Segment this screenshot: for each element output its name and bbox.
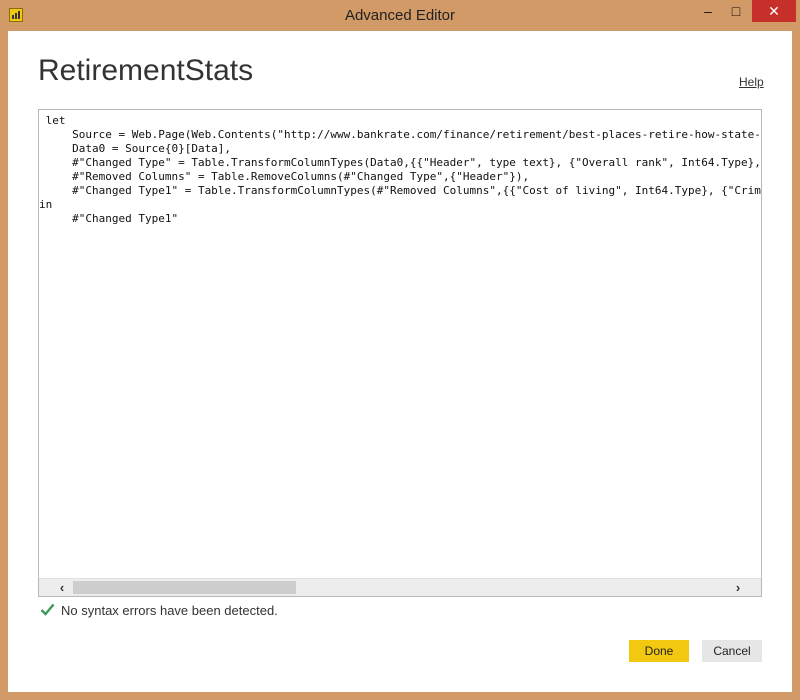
status-text: No syntax errors have been detected. [61, 603, 278, 618]
scroll-thumb[interactable] [73, 581, 296, 594]
query-name-title: RetirementStats [38, 54, 254, 87]
code-line[interactable]: Data0 = Source{0}[Data], [39, 142, 761, 156]
code-line[interactable]: let [39, 114, 761, 128]
code-line[interactable]: #"Removed Columns" = Table.RemoveColumns… [39, 170, 761, 184]
horizontal-scrollbar[interactable]: ‹ › [39, 578, 761, 596]
help-link[interactable]: Help [739, 75, 764, 89]
code-line[interactable]: Source = Web.Page(Web.Contents("http://w… [39, 128, 761, 142]
code-area[interactable]: let Source = Web.Page(Web.Contents("http… [39, 114, 761, 579]
code-editor[interactable]: let Source = Web.Page(Web.Contents("http… [38, 109, 762, 597]
code-line[interactable]: #"Changed Type1" [39, 212, 761, 226]
cancel-button[interactable]: Cancel [702, 640, 762, 662]
window-title: Advanced Editor [344, 7, 456, 24]
maximize-button[interactable]: □ [722, 0, 750, 22]
code-line[interactable]: #"Changed Type1" = Table.TransformColumn… [39, 184, 761, 198]
scroll-right-icon[interactable]: › [725, 579, 751, 596]
checkmark-icon [40, 603, 55, 616]
close-button[interactable]: ✕ [752, 0, 796, 22]
code-line[interactable]: in [39, 198, 761, 212]
done-button[interactable]: Done [629, 640, 689, 662]
scroll-left-icon[interactable]: ‹ [49, 579, 75, 596]
minimize-button[interactable]: – [694, 0, 722, 22]
title-bar: Advanced Editor – □ ✕ [0, 0, 800, 32]
dialog-body: RetirementStats Help let Source = Web.Pa… [8, 31, 792, 692]
code-line[interactable]: #"Changed Type" = Table.TransformColumnT… [39, 156, 761, 170]
